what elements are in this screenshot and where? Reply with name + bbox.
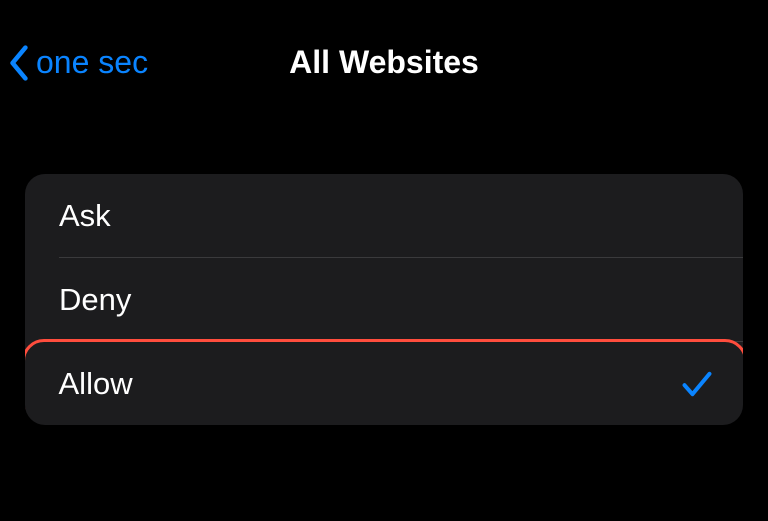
option-deny[interactable]: Deny	[25, 258, 743, 342]
checkmark-icon	[680, 367, 714, 401]
nav-header: one sec All Websites	[0, 0, 768, 90]
chevron-left-icon	[8, 45, 30, 81]
option-label: Deny	[59, 282, 131, 318]
option-label: Ask	[59, 198, 111, 234]
option-label: Allow	[59, 366, 133, 402]
option-allow[interactable]: Allow	[25, 339, 743, 426]
back-label: one sec	[36, 44, 148, 81]
options-list: Ask Deny Allow	[25, 174, 743, 425]
back-button[interactable]: one sec	[8, 44, 148, 81]
option-ask[interactable]: Ask	[25, 174, 743, 258]
page-title: All Websites	[289, 44, 479, 81]
